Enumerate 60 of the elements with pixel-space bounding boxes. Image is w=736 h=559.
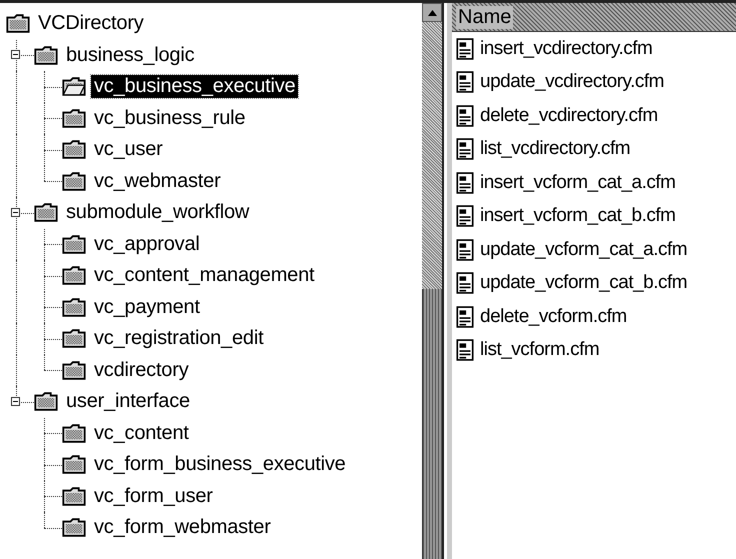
folder-icon bbox=[62, 518, 86, 538]
folder-icon bbox=[62, 266, 86, 286]
folder-icon bbox=[62, 172, 86, 191]
document-icon bbox=[456, 172, 474, 194]
file-name[interactable]: insert_vcform_cat_b.cfm bbox=[480, 205, 676, 228]
up-arrow-icon[interactable] bbox=[428, 10, 436, 16]
folder-item[interactable]: vc_user bbox=[91, 138, 166, 162]
folder-item[interactable]: business_logic bbox=[63, 44, 198, 67]
folder-icon bbox=[62, 486, 86, 506]
folder-icon bbox=[62, 298, 86, 317]
folder-icon bbox=[62, 234, 86, 254]
file-name[interactable]: insert_vcform_cat_a.cfm bbox=[480, 172, 676, 194]
folder-item[interactable]: vc_content bbox=[91, 422, 192, 445]
folder-item[interactable]: vc_content_management bbox=[91, 264, 318, 288]
document-icon bbox=[456, 38, 474, 60]
folder-item[interactable]: vc_business_rule bbox=[91, 106, 248, 130]
folder-item[interactable]: submodule_workflow bbox=[63, 201, 252, 224]
folder-icon bbox=[62, 360, 86, 380]
folder-item[interactable]: VCDirectory bbox=[35, 12, 147, 36]
document-icon bbox=[456, 138, 474, 160]
document-icon bbox=[456, 306, 474, 328]
document-icon bbox=[456, 272, 474, 294]
folder-icon bbox=[34, 46, 58, 65]
document-icon bbox=[456, 71, 474, 94]
document-icon bbox=[456, 339, 474, 362]
collapse-toggle[interactable] bbox=[11, 396, 20, 406]
file-name[interactable]: update_vcform_cat_b.cfm bbox=[480, 272, 688, 294]
file-name[interactable]: delete_vcform.cfm bbox=[480, 306, 627, 328]
open-folder-icon bbox=[62, 77, 86, 96]
folder-icon bbox=[62, 140, 86, 160]
scrollbar[interactable] bbox=[422, 3, 442, 559]
folder-item[interactable]: vc_form_webmaster bbox=[91, 516, 274, 540]
folder-icon bbox=[34, 203, 58, 222]
folder-item[interactable]: vc_payment bbox=[91, 296, 203, 319]
file-name[interactable]: update_vcform_cat_a.cfm bbox=[480, 238, 688, 261]
document-icon bbox=[456, 238, 474, 261]
document-icon bbox=[456, 205, 474, 228]
folder-icon bbox=[34, 392, 58, 412]
folder-icon bbox=[62, 108, 86, 128]
folder-icon bbox=[6, 14, 30, 34]
folder-item[interactable]: vc_form_user bbox=[91, 484, 216, 508]
file-name[interactable]: list_vcform.cfm bbox=[480, 339, 600, 362]
collapse-toggle[interactable] bbox=[11, 50, 20, 60]
file-name[interactable]: insert_vcdirectory.cfm bbox=[480, 38, 652, 60]
column-header[interactable]: Name bbox=[452, 3, 736, 32]
file-name[interactable]: list_vcdirectory.cfm bbox=[480, 138, 630, 160]
folder-icon bbox=[62, 329, 86, 348]
file-name[interactable]: update_vcdirectory.cfm bbox=[480, 71, 664, 94]
folder-item[interactable]: vc_webmaster bbox=[91, 170, 224, 193]
folder-item[interactable]: vc_form_business_executive bbox=[91, 453, 349, 476]
file-name[interactable]: delete_vcdirectory.cfm bbox=[480, 104, 658, 127]
folder-item[interactable]: vc_registration_edit bbox=[91, 327, 266, 350]
folder-item[interactable]: vc_business_executive bbox=[91, 75, 298, 98]
folder-icon bbox=[62, 424, 86, 443]
folder-icon bbox=[62, 455, 86, 474]
folder-item[interactable]: vc_approval bbox=[91, 232, 203, 256]
folder-item[interactable]: user_interface bbox=[63, 390, 193, 414]
folder-item[interactable]: vcdirectory bbox=[91, 358, 192, 382]
collapse-toggle[interactable] bbox=[11, 208, 20, 217]
document-icon bbox=[456, 104, 474, 127]
